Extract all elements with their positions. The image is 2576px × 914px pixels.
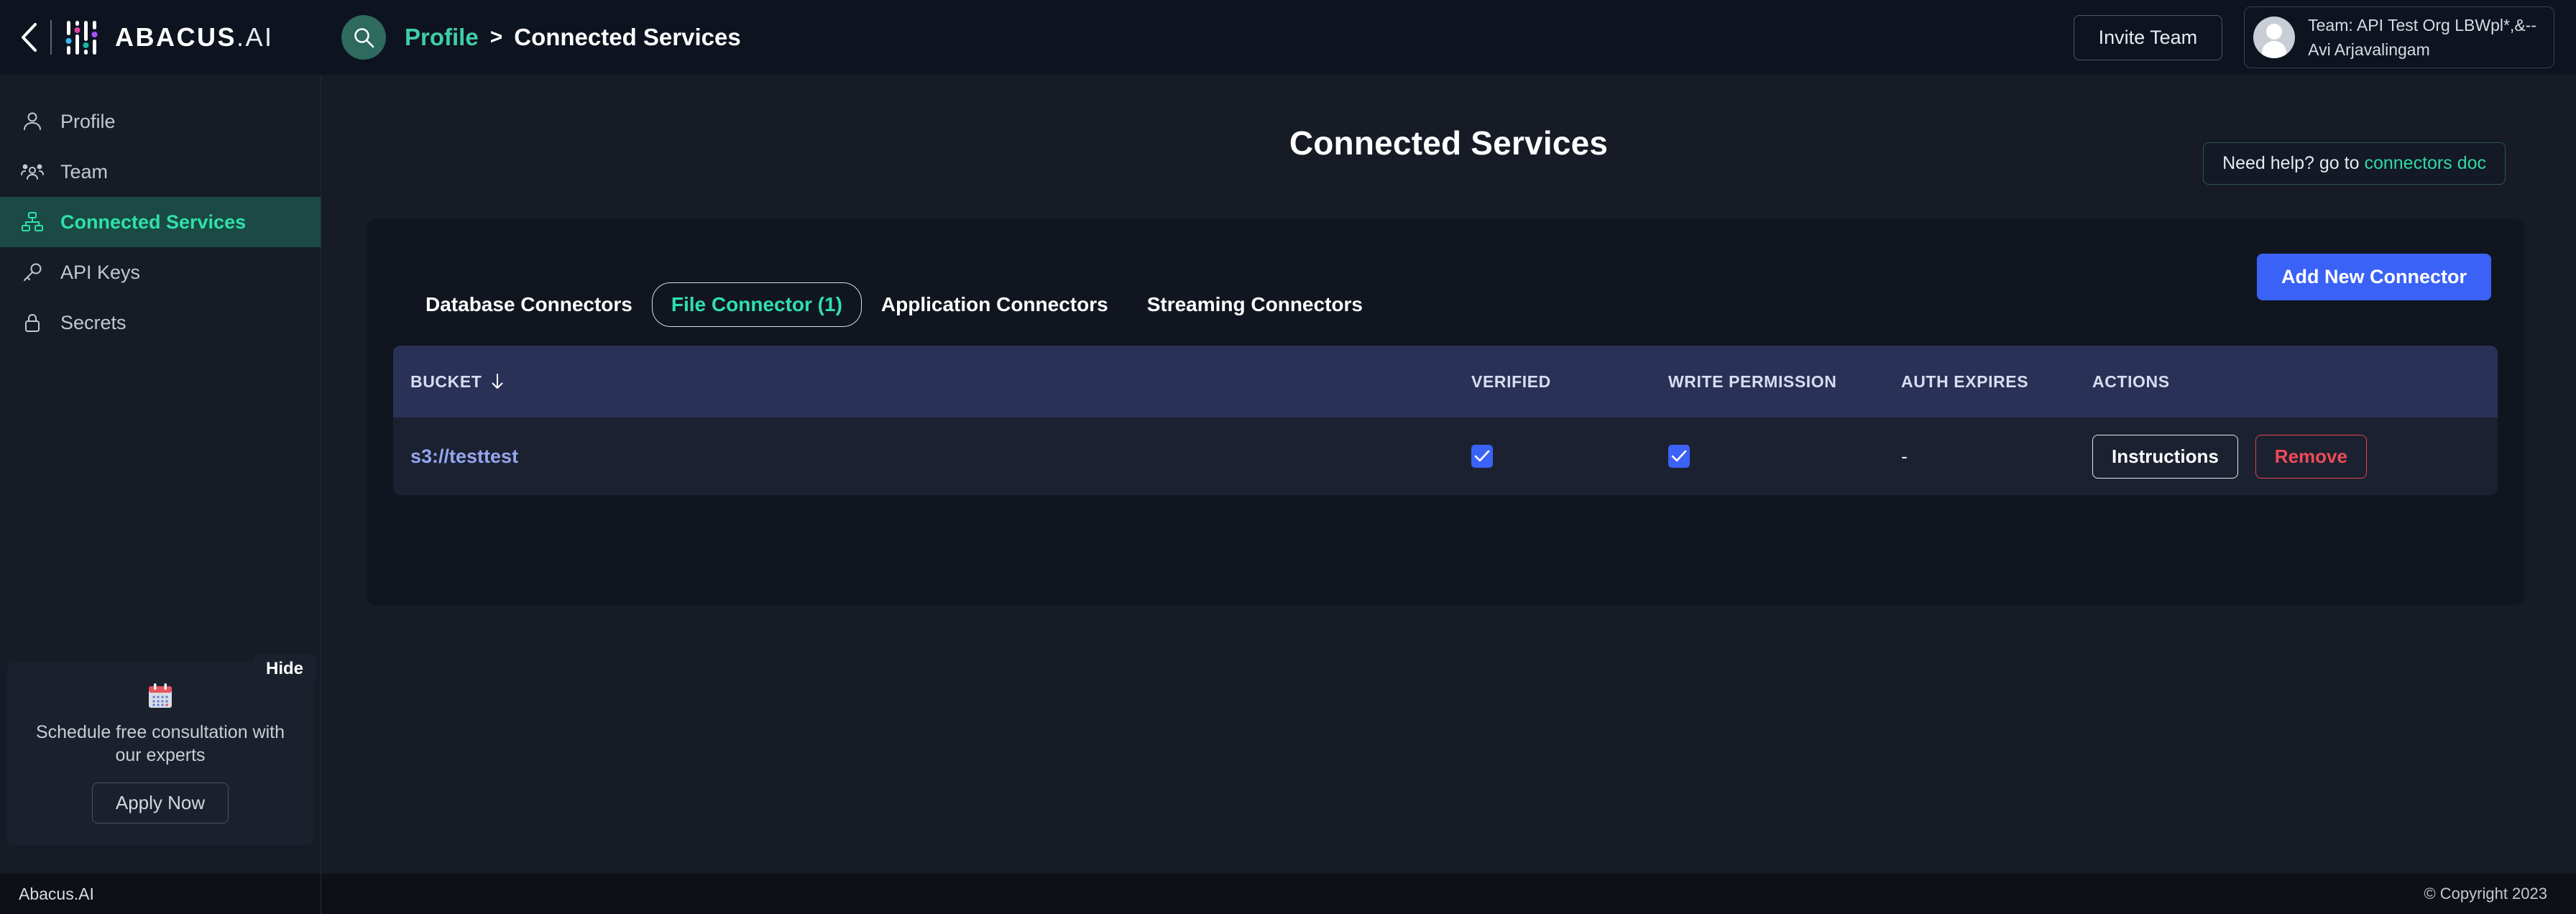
- sidebar-item-api-keys[interactable]: API Keys: [0, 247, 321, 297]
- sidebar-item-label: Team: [60, 161, 108, 183]
- hide-promo-button[interactable]: Hide: [253, 653, 316, 685]
- footer-copyright: © Copyright 2023: [321, 885, 2576, 903]
- table-header-row: BUCKET VERIFIED WRITE PERMISSION AUTH EX…: [393, 346, 2498, 417]
- breadcrumb-profile-link[interactable]: Profile: [405, 24, 479, 51]
- abacus-logo-icon: [65, 18, 105, 57]
- help-banner[interactable]: Need help? go to connectors doc: [2203, 142, 2506, 185]
- logo-text: ABACUS.AI: [115, 22, 274, 52]
- column-header-bucket[interactable]: BUCKET: [393, 372, 1464, 392]
- tab-database-connectors[interactable]: Database Connectors: [406, 282, 652, 327]
- connector-tabs: Database Connectors File Connector (1) A…: [406, 282, 1382, 327]
- footer: Abacus.AI © Copyright 2023: [0, 874, 2576, 914]
- breadcrumb-separator: >: [490, 25, 503, 50]
- auth-expires-value: -: [1901, 446, 1908, 468]
- lock-icon: [20, 312, 45, 333]
- write-permission-checkbox[interactable]: [1668, 445, 1690, 468]
- cell-write-permission: [1665, 445, 1888, 468]
- column-header-label: BUCKET: [410, 372, 482, 392]
- verified-checkbox[interactable]: [1471, 445, 1493, 468]
- tab-application-connectors[interactable]: Application Connectors: [862, 282, 1128, 327]
- instructions-button[interactable]: Instructions: [2092, 435, 2238, 479]
- invite-team-button[interactable]: Invite Team: [2074, 15, 2223, 60]
- top-bar: ABACUS.AI Profile > Connected Services I…: [0, 0, 2576, 75]
- help-prefix: Need help? go to: [2222, 153, 2364, 173]
- column-header-write-permission: WRITE PERMISSION: [1665, 372, 1888, 392]
- add-new-connector-button[interactable]: Add New Connector: [2257, 254, 2491, 300]
- sitemap-icon: [20, 211, 45, 233]
- sidebar-item-connected-services[interactable]: Connected Services: [0, 197, 321, 247]
- sidebar-nav: Profile Team: [0, 75, 321, 348]
- top-bar-main: Profile > Connected Services Invite Team…: [321, 0, 2576, 75]
- footer-brand: Abacus.AI: [0, 874, 321, 914]
- column-header-auth-expires: AUTH EXPIRES: [1888, 372, 2082, 392]
- cell-verified: [1464, 445, 1665, 468]
- key-icon: [20, 262, 45, 283]
- cell-actions: Instructions Remove: [2082, 435, 2485, 479]
- sidebar-item-label: Connected Services: [60, 211, 246, 234]
- sidebar-item-label: API Keys: [60, 262, 140, 284]
- arrow-down-icon: [490, 373, 505, 390]
- column-header-actions: ACTIONS: [2082, 372, 2485, 392]
- avatar: [2253, 17, 2295, 58]
- users-icon: [20, 161, 45, 183]
- cell-auth-expires: -: [1888, 446, 2082, 468]
- sidebar-item-label: Profile: [60, 111, 116, 133]
- connectors-table: BUCKET VERIFIED WRITE PERMISSION AUTH EX…: [393, 346, 2498, 495]
- calendar-icon: [144, 680, 176, 712]
- search-icon[interactable]: [341, 15, 386, 60]
- logo-word: ABACUS: [115, 22, 236, 52]
- promo-card: Hide Schedule free consultation with our…: [7, 662, 313, 845]
- abacus-logo[interactable]: ABACUS.AI: [65, 18, 274, 57]
- user-icon: [20, 111, 45, 132]
- divider: [50, 20, 52, 55]
- sidebar-item-secrets[interactable]: Secrets: [0, 297, 321, 348]
- tab-file-connector[interactable]: File Connector (1): [652, 282, 862, 327]
- panel-header: Add New Connector Database Connectors Fi…: [367, 219, 2524, 346]
- remove-button[interactable]: Remove: [2255, 435, 2367, 479]
- connectors-panel: Add New Connector Database Connectors Fi…: [367, 219, 2524, 605]
- app-root: ABACUS.AI Profile > Connected Services I…: [0, 0, 2576, 914]
- promo-text: Schedule free consultation with our expe…: [29, 721, 292, 767]
- bucket-link[interactable]: s3://testtest: [410, 446, 518, 467]
- breadcrumb: Profile > Connected Services: [405, 24, 741, 51]
- connectors-doc-link[interactable]: connectors doc: [2364, 153, 2486, 173]
- sidebar-item-profile[interactable]: Profile: [0, 96, 321, 147]
- user-name: Avi Arjavalingam: [2308, 39, 2536, 60]
- team-menu[interactable]: Team: API Test Org LBWpl*,&-- Avi Arjava…: [2244, 6, 2554, 68]
- sidebar: Profile Team: [0, 75, 321, 914]
- brand-area: ABACUS.AI: [0, 0, 321, 75]
- breadcrumb-current: Connected Services: [514, 24, 740, 51]
- table-row: s3://testtest: [393, 417, 2498, 495]
- team-name: Team: API Test Org LBWpl*,&--: [2308, 14, 2536, 36]
- sidebar-item-team[interactable]: Team: [0, 147, 321, 197]
- tab-streaming-connectors[interactable]: Streaming Connectors: [1128, 282, 1382, 327]
- chevron-left-icon[interactable]: [9, 22, 49, 52]
- top-bar-right: Invite Team Team: API Test Org LBWpl*,&-…: [2074, 6, 2554, 68]
- cell-bucket: s3://testtest: [393, 446, 1464, 468]
- main-content: Connected Services Need help? go to conn…: [321, 75, 2576, 914]
- logo-suffix: .AI: [236, 22, 274, 52]
- sidebar-item-label: Secrets: [60, 312, 126, 334]
- apply-now-button[interactable]: Apply Now: [92, 783, 229, 823]
- column-header-verified: VERIFIED: [1464, 372, 1665, 392]
- team-labels: Team: API Test Org LBWpl*,&-- Avi Arjava…: [2308, 14, 2536, 60]
